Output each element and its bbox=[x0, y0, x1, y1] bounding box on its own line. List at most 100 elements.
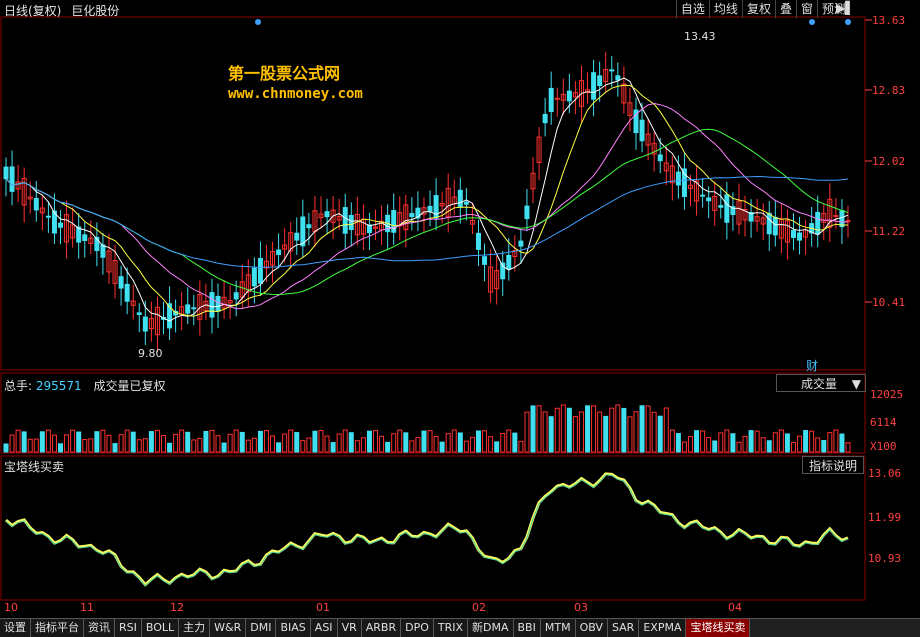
volume-bar bbox=[560, 404, 566, 453]
volume-bar bbox=[803, 430, 809, 453]
volume-bar bbox=[300, 439, 306, 453]
tab-item[interactable]: 资讯 bbox=[84, 619, 115, 637]
volume-bar bbox=[633, 411, 639, 453]
tower-line bbox=[5, 472, 849, 587]
period-label: 日线(复权) bbox=[4, 4, 62, 18]
candle-body bbox=[675, 171, 681, 186]
candle-body bbox=[482, 256, 488, 265]
price-tick: 13.63 bbox=[872, 14, 906, 27]
volume-bar bbox=[603, 415, 609, 453]
candle-body bbox=[215, 295, 221, 312]
candle-body bbox=[9, 166, 15, 192]
volume-bar bbox=[215, 435, 221, 453]
candle-body bbox=[657, 154, 663, 162]
volume-bar bbox=[651, 411, 657, 453]
candle-body bbox=[185, 304, 191, 314]
watchlist-button[interactable]: 自选 bbox=[675, 0, 709, 18]
tab-item[interactable]: W&R bbox=[210, 619, 247, 637]
window-button[interactable]: 窗 bbox=[795, 0, 817, 18]
volume-bar bbox=[45, 429, 51, 453]
volume-bar bbox=[70, 429, 76, 453]
tab-item[interactable]: 指标平台 bbox=[31, 619, 84, 637]
volume-bar bbox=[342, 429, 348, 453]
indicator-tab-bar: 设置 指标平台 资讯 RSI BOLL 主力 W&R DMI BIAS ASI VR ARBR DPO T… bbox=[0, 618, 920, 637]
candle-body bbox=[209, 292, 215, 318]
volume-bar bbox=[548, 416, 554, 453]
candle-body bbox=[76, 226, 82, 243]
candle-body bbox=[597, 75, 603, 87]
candle-body bbox=[100, 244, 106, 258]
x-axis-label: 01 bbox=[316, 601, 330, 614]
x-axis-label: 03 bbox=[574, 601, 588, 614]
volume-bar bbox=[724, 429, 730, 453]
overlay-button[interactable]: 叠 bbox=[774, 0, 796, 18]
tab-item[interactable]: OBV bbox=[575, 619, 608, 637]
volume-bar bbox=[591, 405, 597, 453]
candle-body bbox=[82, 234, 88, 241]
tower-tick: 10.93 bbox=[868, 552, 902, 565]
candle-body bbox=[724, 194, 730, 223]
restore-rights-button[interactable]: 复权 bbox=[741, 0, 775, 18]
tab-item[interactable]: 新DMA bbox=[468, 619, 514, 637]
volume-bar bbox=[330, 442, 336, 453]
volume-bar bbox=[167, 442, 173, 453]
tab-item[interactable]: VR bbox=[337, 619, 362, 637]
diamond-marker-icon bbox=[845, 19, 851, 25]
panel-toggle-icon[interactable]: ▶▌ bbox=[836, 1, 854, 15]
tab-item[interactable]: BIAS bbox=[276, 619, 311, 637]
volume-bar bbox=[221, 442, 227, 453]
volume-bar bbox=[391, 433, 397, 453]
tab-item[interactable]: EXPMA bbox=[639, 619, 687, 637]
volume-title: 成交量已复权 bbox=[93, 379, 166, 393]
candle-body bbox=[766, 212, 772, 235]
candle-body bbox=[718, 205, 724, 208]
volume-bar bbox=[379, 435, 385, 453]
volume-bar bbox=[136, 439, 142, 453]
tab-item[interactable]: BBI bbox=[513, 619, 541, 637]
tab-item[interactable]: 宝塔线买卖 bbox=[686, 619, 751, 637]
volume-bar bbox=[360, 437, 366, 453]
price-tick: 11.22 bbox=[872, 225, 906, 238]
volume-bar bbox=[827, 432, 833, 453]
candle-body bbox=[548, 87, 554, 112]
tab-item[interactable]: DMI bbox=[246, 619, 277, 637]
tab-item[interactable]: TRIX bbox=[433, 619, 469, 637]
financial-label[interactable]: 财 bbox=[806, 357, 818, 374]
volume-bar bbox=[415, 437, 421, 453]
tab-item[interactable]: BOLL bbox=[141, 619, 180, 637]
x-axis-label: 12 bbox=[170, 601, 184, 614]
volume-bar bbox=[336, 433, 342, 453]
tab-item[interactable]: ASI bbox=[310, 619, 338, 637]
volume-bar bbox=[694, 430, 700, 453]
tab-item[interactable]: RSI bbox=[115, 619, 142, 637]
tab-item[interactable]: MTM bbox=[540, 619, 576, 637]
volume-bar bbox=[203, 430, 209, 453]
volume-bar bbox=[354, 440, 360, 453]
chart-title: 日线(复权) 巨化股份 bbox=[4, 2, 125, 19]
volume-bar bbox=[33, 438, 39, 453]
volume-indicator-select[interactable]: 成交量 ▼ bbox=[776, 374, 866, 392]
volume-tick: 12025 bbox=[870, 388, 904, 401]
tab-item[interactable]: 主力 bbox=[179, 619, 211, 637]
tab-item[interactable]: ARBR bbox=[361, 619, 402, 637]
volume-bar bbox=[51, 434, 57, 453]
candle-body bbox=[506, 254, 512, 270]
volume-bar bbox=[421, 430, 427, 453]
tab-item[interactable]: DPO bbox=[401, 619, 434, 637]
chart-canvas[interactable] bbox=[0, 0, 920, 636]
indicator-help-button[interactable]: 指标说明 bbox=[802, 456, 864, 474]
toolbar: 自选 均线 复权 叠 窗 预测 bbox=[675, 0, 850, 18]
volume-bar bbox=[597, 411, 603, 453]
tab-item[interactable]: 设置 bbox=[0, 619, 31, 637]
volume-bar bbox=[245, 439, 251, 453]
volume-bar bbox=[845, 442, 851, 453]
ma-button[interactable]: 均线 bbox=[708, 0, 742, 18]
volume-bar bbox=[712, 440, 718, 453]
tab-item[interactable]: SAR bbox=[607, 619, 640, 637]
volume-bar bbox=[185, 431, 191, 453]
low-price-marker: 9.80 bbox=[138, 347, 163, 360]
volume-bar bbox=[445, 433, 451, 453]
candle-body bbox=[257, 257, 263, 284]
moving-average-line bbox=[5, 77, 849, 322]
volume-bar bbox=[294, 432, 300, 453]
